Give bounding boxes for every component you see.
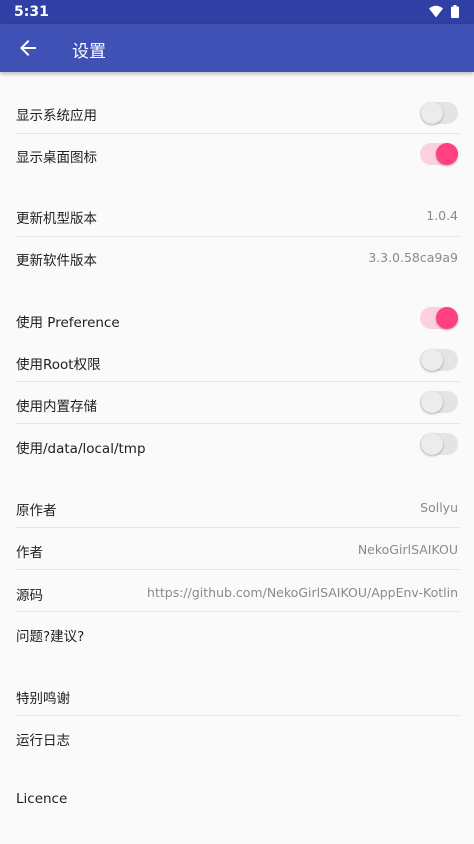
switch-thumb <box>436 307 458 329</box>
setting-label: 显示桌面图标 <box>16 150 97 166</box>
setting-use-internal-storage[interactable]: 使用内置存储 <box>0 382 474 424</box>
setting-show-desktop-icon[interactable]: 显示桌面图标 <box>0 134 474 176</box>
use-root-switch[interactable] <box>420 348 458 372</box>
setting-value: 3.3.0.58ca9a9 <box>368 250 458 265</box>
setting-licence[interactable]: Licence <box>0 778 474 820</box>
switch-thumb <box>421 433 443 455</box>
setting-author[interactable]: 作者 NekoGirlSAIKOU <box>0 528 474 570</box>
show-system-apps-switch[interactable] <box>420 101 458 125</box>
setting-use-preference[interactable]: 使用 Preference <box>0 298 474 340</box>
status-time: 5:31 <box>14 4 49 20</box>
switch-thumb <box>421 102 443 124</box>
setting-value: https://github.com/NekoGirlSAIKOU/AppEnv… <box>147 585 458 600</box>
setting-special-thanks[interactable]: 特别鸣谢 <box>0 674 474 716</box>
setting-value: 1.0.4 <box>426 208 458 223</box>
app-bar: 设置 <box>0 24 474 72</box>
setting-label: 问题?建议? <box>16 629 85 645</box>
use-tmp-switch[interactable] <box>420 432 458 456</box>
setting-value: Sollyu <box>420 500 458 515</box>
setting-show-system-apps[interactable]: 显示系统应用 <box>0 92 474 134</box>
setting-original-author[interactable]: 原作者 Sollyu <box>0 486 474 528</box>
setting-label: 使用Root权限 <box>16 357 101 373</box>
use-preference-switch[interactable] <box>420 306 458 330</box>
back-arrow-icon[interactable] <box>16 36 40 60</box>
setting-source-code[interactable]: 源码 https://github.com/NekoGirlSAIKOU/App… <box>0 570 474 612</box>
setting-label: 显示系统应用 <box>16 108 97 124</box>
setting-software-version[interactable]: 更新软件版本 3.3.0.58ca9a9 <box>0 237 474 279</box>
setting-label: 更新软件版本 <box>16 253 97 269</box>
setting-label: 原作者 <box>16 503 57 519</box>
setting-label: 源码 <box>16 588 43 604</box>
switch-thumb <box>421 391 443 413</box>
switch-thumb <box>421 349 443 371</box>
setting-label: Licence <box>16 791 68 807</box>
setting-value: NekoGirlSAIKOU <box>357 542 458 557</box>
setting-label: 使用/data/local/tmp <box>16 441 146 457</box>
show-desktop-icon-switch[interactable] <box>420 142 458 166</box>
setting-run-logs[interactable]: 运行日志 <box>0 716 474 758</box>
setting-feedback[interactable]: 问题?建议? <box>0 612 474 654</box>
battery-icon <box>451 5 459 18</box>
switch-thumb <box>436 143 458 165</box>
page-title: 设置 <box>72 42 106 62</box>
use-internal-storage-switch[interactable] <box>420 390 458 414</box>
status-bar: 5:31 <box>0 0 474 24</box>
setting-use-root[interactable]: 使用Root权限 <box>0 340 474 382</box>
wifi-icon <box>429 5 443 18</box>
setting-label: 特别鸣谢 <box>16 691 70 707</box>
setting-label: 运行日志 <box>16 733 70 749</box>
setting-label: 作者 <box>16 545 43 561</box>
setting-label: 更新机型版本 <box>16 211 97 227</box>
setting-use-tmp[interactable]: 使用/data/local/tmp <box>0 424 474 466</box>
setting-label: 使用内置存储 <box>16 399 97 415</box>
setting-model-version[interactable]: 更新机型版本 1.0.4 <box>0 195 474 237</box>
setting-label: 使用 Preference <box>16 315 120 331</box>
